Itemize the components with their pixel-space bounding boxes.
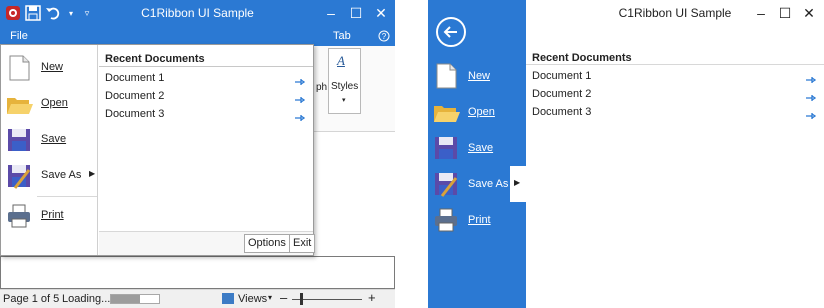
pin-icon[interactable]	[295, 92, 306, 103]
recent-document-label: Document 2	[532, 88, 592, 100]
new-document-icon	[5, 54, 33, 82]
zoom-slider-thumb[interactable]	[300, 293, 303, 305]
recent-divider	[99, 66, 313, 67]
recent-document-item[interactable]: Document 3	[532, 103, 820, 121]
sidebar-item-print[interactable]: Print	[428, 202, 526, 238]
menu-item-save-as[interactable]: Save As ▶	[1, 159, 98, 193]
recent-divider	[526, 64, 824, 65]
recent-document-item[interactable]: Document 3	[105, 105, 309, 123]
sidebar-item-save[interactable]: Save	[428, 130, 526, 166]
sidebar-item-new[interactable]: New	[428, 58, 526, 94]
printer-icon	[432, 206, 460, 234]
maximize-icon[interactable]: ☐	[345, 3, 367, 23]
progress-bar	[110, 294, 160, 304]
page-indicator: Page 1 of 5	[3, 293, 60, 305]
floppy-disk-icon	[432, 134, 460, 162]
styles-icon: A	[337, 53, 345, 68]
file-menu: New Open Save Save As ▶ Print Recent Doc…	[0, 44, 316, 256]
title-bar: ▾ ▿ C1Ribbon UI Sample – ☐ ✕	[0, 0, 395, 26]
back-button[interactable]	[436, 17, 466, 47]
file-menu-footer: Options Exit	[99, 231, 316, 255]
status-bar: Page 1 of 5 Loading... Views ▾ – +	[0, 289, 395, 308]
maximize-icon[interactable]: ☐	[774, 3, 796, 23]
views-button[interactable]: Views	[238, 293, 267, 305]
save-as-icon	[432, 170, 460, 198]
backstage-window: New Open Save Save As ▶ Print C1Ribbon U…	[428, 0, 824, 308]
menu-divider	[37, 196, 97, 197]
help-icon[interactable]: ?	[378, 26, 390, 46]
chevron-right-icon: ▶	[514, 178, 521, 187]
sidebar-item-label: Open	[468, 106, 495, 118]
styles-label: Styles	[331, 81, 359, 92]
partial-group-label: ph	[316, 82, 328, 93]
zoom-in-icon[interactable]: +	[368, 290, 376, 305]
save-as-expander[interactable]: ▶	[510, 166, 526, 202]
folder-open-icon	[5, 90, 33, 118]
new-document-icon	[432, 62, 460, 90]
pin-icon[interactable]	[806, 72, 817, 83]
recent-document-item[interactable]: Document 1	[105, 69, 309, 87]
views-icon	[222, 293, 234, 304]
recent-document-item[interactable]: Document 1	[532, 67, 820, 85]
chevron-right-icon: ▶	[89, 169, 96, 178]
exit-button[interactable]: Exit	[289, 234, 316, 253]
recent-documents-panel: Recent Documents Document 1 Document 2 D…	[99, 45, 313, 255]
ribbon-tabs: File Tab ?	[0, 26, 395, 46]
sidebar-item-label: Save	[468, 142, 494, 154]
options-button[interactable]: Options	[244, 234, 290, 253]
recent-document-label: Document 2	[105, 90, 165, 102]
pin-icon[interactable]	[295, 110, 306, 121]
recent-document-item[interactable]: Document 2	[105, 87, 309, 105]
menu-item-print[interactable]: Print	[1, 199, 98, 233]
text-input[interactable]	[0, 256, 395, 289]
sidebar-item-open[interactable]: Open	[428, 94, 526, 130]
zoom-out-icon[interactable]: –	[280, 290, 287, 305]
file-tab[interactable]: File	[0, 26, 38, 46]
pin-icon[interactable]	[806, 108, 817, 119]
progress-fill	[111, 295, 140, 303]
classic-ribbon-window: ▾ ▿ C1Ribbon UI Sample – ☐ ✕ File Tab ? …	[0, 0, 395, 308]
pin-icon[interactable]	[806, 90, 817, 101]
menu-item-label: New	[41, 61, 64, 73]
file-menu-commands: New Open Save Save As ▶ Print	[1, 45, 98, 255]
svg-text:?: ?	[382, 32, 387, 41]
minimize-icon[interactable]: –	[750, 3, 772, 23]
recent-documents-header: Recent Documents	[532, 52, 632, 64]
sidebar-item-label: Print	[468, 214, 491, 226]
menu-item-label: Save As	[41, 169, 82, 181]
chevron-down-icon: ▾	[342, 97, 346, 104]
menu-item-label: Open	[41, 97, 68, 109]
recent-document-label: Document 1	[532, 70, 592, 82]
tab-tab[interactable]: Tab	[333, 26, 351, 46]
floppy-disk-icon	[5, 126, 33, 154]
recent-document-label: Document 3	[532, 106, 592, 118]
sidebar-item-label: New	[468, 70, 491, 82]
loading-text: Loading...	[62, 293, 111, 305]
printer-icon	[5, 202, 33, 230]
menu-item-open[interactable]: Open	[1, 87, 98, 121]
backstage-sidebar: New Open Save Save As ▶ Print	[428, 0, 526, 308]
sidebar-item-label: Save As	[468, 178, 509, 190]
styles-button[interactable]: A Styles ▾	[328, 48, 361, 114]
minimize-icon[interactable]: –	[320, 3, 342, 23]
close-icon[interactable]: ✕	[798, 3, 820, 23]
recent-document-item[interactable]: Document 2	[532, 85, 820, 103]
recent-document-label: Document 3	[105, 108, 165, 120]
recent-document-label: Document 1	[105, 72, 165, 84]
views-dropdown-icon[interactable]: ▾	[268, 293, 272, 302]
menu-item-new[interactable]: New	[1, 51, 98, 85]
save-as-icon	[5, 162, 33, 190]
menu-item-label: Print	[41, 209, 64, 221]
menu-item-save[interactable]: Save	[1, 123, 98, 157]
folder-open-icon	[432, 98, 460, 126]
menu-item-label: Save	[41, 133, 67, 145]
pin-icon[interactable]	[295, 74, 306, 85]
recent-documents-header: Recent Documents	[105, 53, 205, 65]
backstage-content: C1Ribbon UI Sample – ☐ ✕ Recent Document…	[526, 0, 824, 308]
close-icon[interactable]: ✕	[370, 3, 392, 23]
